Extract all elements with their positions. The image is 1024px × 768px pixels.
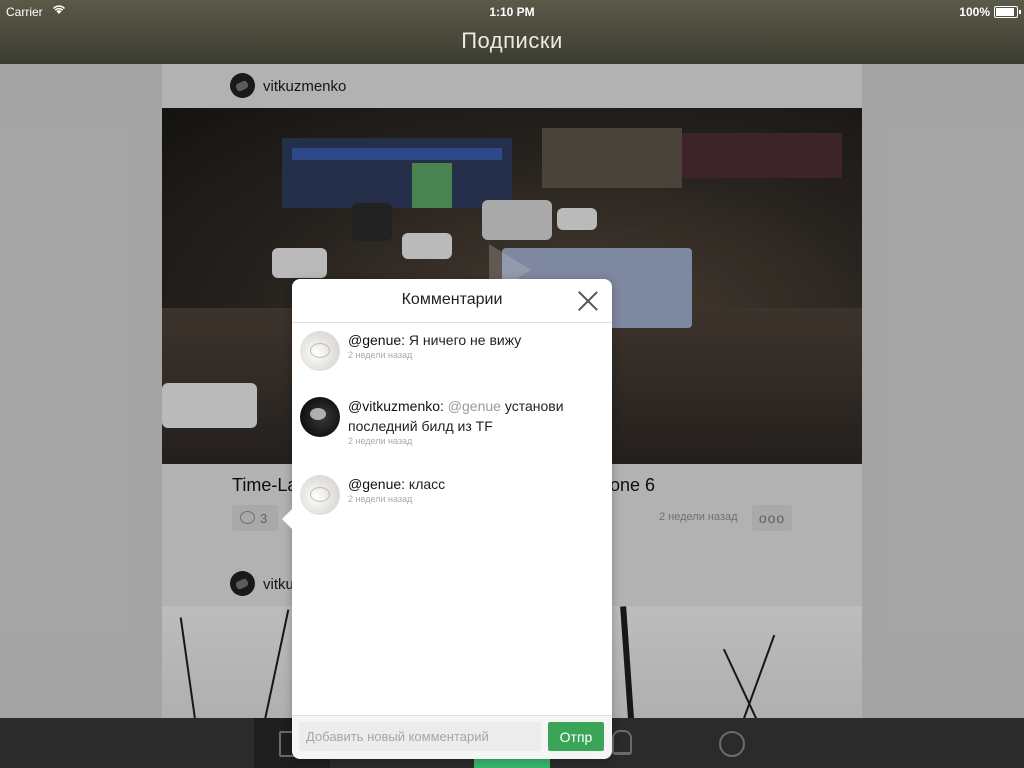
popover-arrow — [282, 509, 292, 529]
comment-bubble-icon — [240, 511, 255, 524]
comment-body: @genue: класс 2 недели назад — [348, 474, 604, 504]
avatar[interactable] — [230, 571, 255, 596]
comment-composer: Отпр — [292, 715, 612, 759]
bell-icon — [612, 730, 632, 755]
send-button[interactable]: Отпр — [548, 722, 604, 751]
clock: 1:10 PM — [489, 5, 535, 19]
comment-author[interactable]: @genue: — [348, 332, 405, 348]
comments-popover: Комментарии @genue: Я ничего не вижу 2 н… — [282, 279, 612, 759]
comment-author[interactable]: @vitkuzmenko: — [348, 398, 444, 414]
post-timestamp: 2 недели назад — [659, 511, 738, 523]
comment-count: 3 — [260, 511, 268, 526]
top-bar: Carrier 1:10 PM 100% Подписки — [0, 0, 1024, 64]
comment-body: @vitkuzmenko: @genue установи последний … — [348, 396, 604, 446]
status-bar: Carrier 1:10 PM 100% — [0, 4, 1024, 20]
profile-icon — [719, 731, 745, 757]
page-title: Подписки — [461, 28, 563, 53]
comment-text: Я ничего не вижу — [405, 332, 522, 348]
post-username[interactable]: vitkuzmenko — [263, 78, 346, 95]
popover-title: Комментарии — [401, 291, 503, 308]
battery-percent: 100% — [959, 5, 990, 19]
comment-mention[interactable]: @genue — [444, 398, 501, 414]
comment-author[interactable]: @genue: — [348, 476, 405, 492]
post-header: vitkuzmenko — [162, 64, 862, 108]
comment-timestamp: 2 недели назад — [348, 436, 413, 446]
comment-input[interactable] — [299, 722, 541, 751]
post-username[interactable]: vitku — [263, 576, 294, 593]
avatar[interactable] — [230, 73, 255, 98]
more-options-button[interactable]: ooo — [752, 505, 792, 531]
avatar[interactable] — [300, 331, 340, 371]
comments-button[interactable]: 3 — [232, 505, 278, 531]
battery-icon — [994, 6, 1021, 18]
post-title: Time-La hone 6 — [232, 475, 655, 496]
popover-header: Комментарии — [292, 279, 612, 323]
avatar[interactable] — [300, 475, 340, 515]
comment-timestamp: 2 недели назад — [348, 350, 413, 360]
close-icon[interactable] — [577, 290, 599, 312]
post-title-start: Time-La — [232, 475, 298, 495]
tab-profile[interactable] — [694, 718, 770, 768]
avatar[interactable] — [300, 397, 340, 437]
comment-body: @genue: Я ничего не вижу 2 недели назад — [348, 330, 604, 360]
comment-text: класс — [405, 476, 446, 492]
comment-timestamp: 2 недели назад — [348, 494, 413, 504]
